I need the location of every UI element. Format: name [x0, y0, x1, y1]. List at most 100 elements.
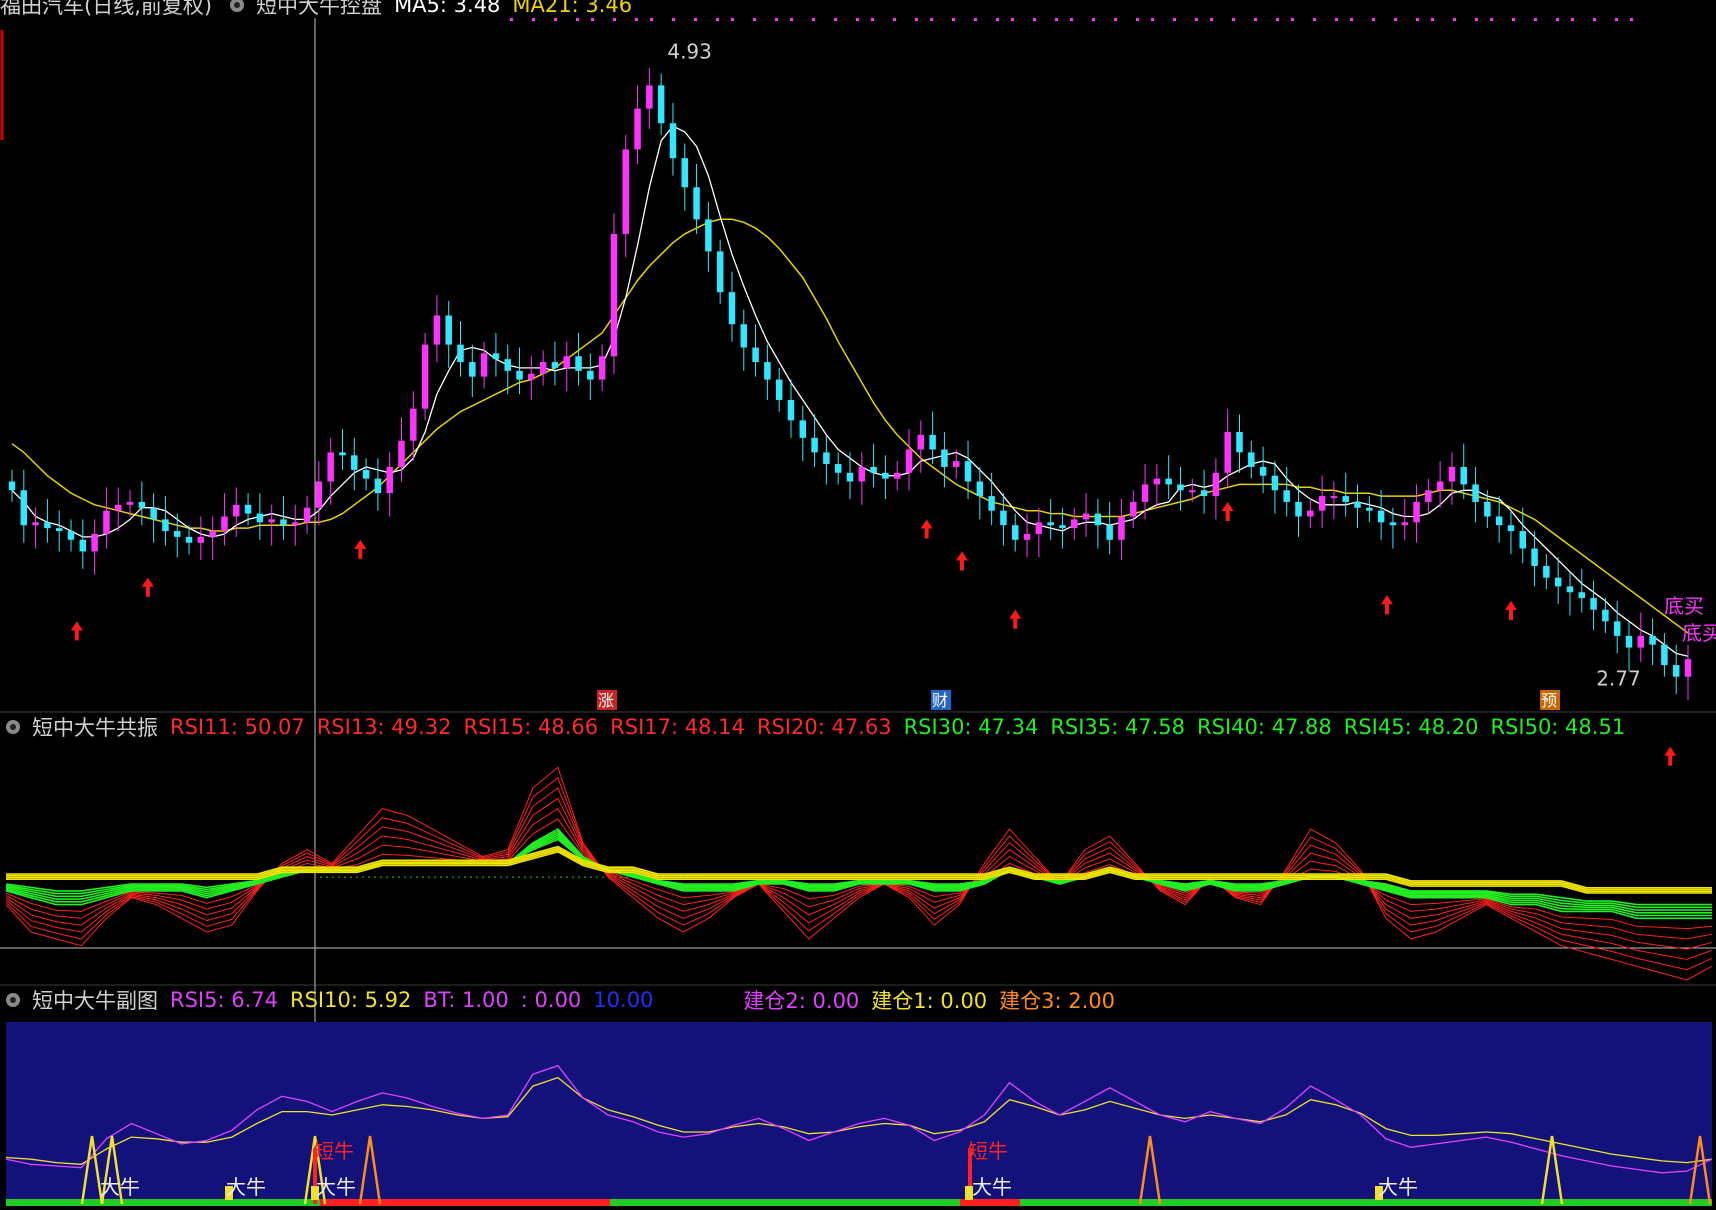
rsi10-label: RSI10: 5.92 [289, 988, 412, 1012]
signal-dot [1350, 18, 1353, 21]
signal-dot [1571, 18, 1574, 21]
signal-dot [1556, 18, 1559, 21]
candle-body [327, 452, 334, 482]
candle-body [1330, 496, 1338, 499]
candle-body [1484, 501, 1491, 517]
candle-body [469, 362, 476, 377]
candle-body [1649, 635, 1656, 645]
candle-body [1531, 548, 1538, 566]
candle-body [1389, 522, 1397, 526]
candle-body [103, 510, 110, 534]
signal-dot [871, 18, 874, 21]
candle-body [705, 219, 712, 252]
signal-dot [1092, 18, 1095, 21]
candle-body [528, 373, 535, 380]
candle-body [1625, 635, 1633, 648]
sub-chart-title: 短中大牛副图 [32, 989, 158, 1013]
candle-body [1248, 452, 1255, 467]
candle-body [622, 149, 629, 234]
signal-dot [1431, 18, 1434, 21]
bottom-buy-label: 底买 [1682, 621, 1716, 645]
signal-dot [952, 18, 955, 21]
candle-body [1472, 484, 1479, 502]
signal-dot [1313, 18, 1316, 21]
signal-dot [1372, 18, 1375, 21]
rsi50-label: RSI50: 48.51 [1490, 715, 1626, 739]
candle-body [1071, 519, 1078, 529]
buy-arrow-icon [1504, 601, 1517, 621]
candle-body [150, 507, 157, 520]
high-price-label: 4.93 [667, 39, 712, 63]
signal-dot [731, 18, 734, 21]
candle-body [1566, 586, 1574, 593]
signal-dot [650, 18, 653, 21]
signal-dot [834, 18, 837, 21]
candle-body [20, 490, 28, 526]
candle-body [457, 344, 464, 363]
signal-dot [1055, 18, 1058, 21]
candle-body [55, 528, 63, 532]
rsi20-label: RSI20: 47.63 [756, 715, 892, 739]
jiancang1-label: 建仓1: 0.00 [871, 989, 988, 1013]
signal-dot [1394, 18, 1397, 21]
signal-dot [1490, 18, 1493, 21]
candle-body [811, 437, 818, 453]
marker-label: 预 [1541, 691, 1557, 710]
bottom-buy-label: 底买 [1664, 594, 1704, 618]
signal-dot [672, 18, 675, 21]
signal-dot [1070, 18, 1073, 21]
buy-arrow-icon [920, 519, 933, 539]
candle-body [445, 315, 452, 345]
candle-body [79, 539, 87, 552]
candle-body [1519, 531, 1527, 549]
signal-dot [1114, 18, 1117, 21]
candle-body [516, 370, 523, 380]
signal-dot [1291, 18, 1294, 21]
candle-body [1224, 432, 1231, 473]
signal-label: 大牛 [226, 1175, 266, 1199]
candle-body [917, 434, 925, 450]
ma21-value: MA21: 3.46 [512, 0, 633, 17]
signal-dot [1210, 18, 1213, 21]
candle-body [1318, 496, 1326, 511]
candle-body [846, 472, 854, 482]
signal-dot [996, 18, 999, 21]
candle-body [433, 315, 441, 345]
candle-body [716, 251, 724, 293]
candle-body [681, 158, 689, 188]
candle-body [244, 504, 252, 514]
gear-icon[interactable] [6, 720, 20, 734]
gear-icon[interactable] [6, 993, 20, 1007]
rsi35-label: RSI35: 47.58 [1050, 715, 1186, 739]
rsi15-label: RSI15: 48.66 [463, 715, 599, 739]
signal-dot [1033, 18, 1036, 21]
buy-arrow-icon [70, 621, 83, 641]
candle-body [256, 513, 264, 523]
candle-body [1661, 644, 1668, 666]
candle-body [386, 466, 393, 494]
candle-body [504, 359, 511, 371]
candle-body [764, 362, 771, 380]
candle-body [1637, 635, 1645, 648]
candle-body [1613, 621, 1621, 636]
signal-dot [1276, 18, 1279, 21]
candle-body [398, 440, 405, 467]
candle-body [669, 123, 677, 159]
candle-body [1271, 475, 1279, 491]
candle-body [657, 85, 665, 124]
signal-dot [893, 18, 896, 21]
candle-body [1283, 490, 1290, 502]
ma5-value: MA5: 3.48 [394, 0, 501, 17]
candle-body [858, 466, 866, 482]
buy-arrow-icon [354, 539, 367, 559]
candle-body [1047, 522, 1054, 526]
candle-body [1165, 478, 1172, 485]
candle-body [693, 187, 700, 220]
candle-body [185, 536, 193, 543]
candle-body [740, 324, 748, 348]
signal-label: 大牛 [100, 1175, 140, 1199]
gear-icon[interactable] [230, 0, 245, 12]
candle-body [1342, 496, 1349, 502]
candle-body [1259, 466, 1267, 476]
candle-body [1236, 432, 1243, 453]
